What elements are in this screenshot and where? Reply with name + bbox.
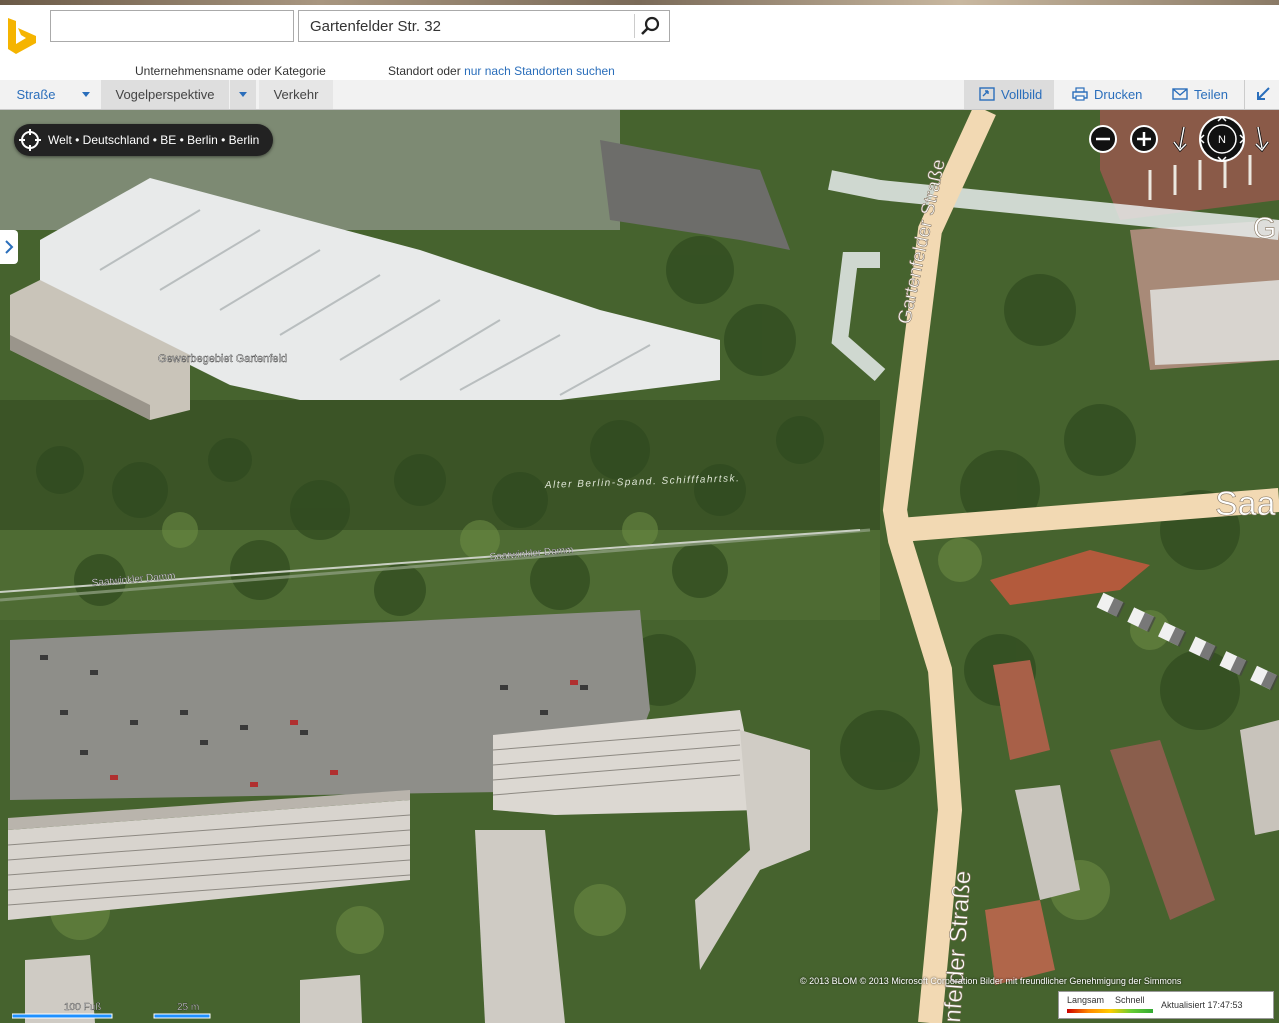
location-breadcrumb[interactable]: Welt • Deutschland • BE • Berlin • Berli… [14, 124, 274, 156]
print-icon [1072, 87, 1088, 101]
scale-feet-label: 100 Fuß [64, 1002, 101, 1013]
street-dropdown-chevron-icon[interactable] [73, 80, 99, 109]
fullscreen-button[interactable]: Vollbild [964, 80, 1054, 109]
tab-street[interactable]: Straße [0, 80, 72, 109]
rotate-left-arrow-icon[interactable] [1170, 124, 1194, 154]
chevron-right-icon [5, 240, 14, 254]
traffic-updated-time: Aktualisiert 17:47:53 [1161, 1000, 1243, 1010]
zoom-out-button[interactable] [1088, 124, 1118, 154]
traffic-slow-label: Langsam [1067, 995, 1105, 1005]
bing-logo[interactable] [6, 16, 40, 56]
collapse-button[interactable] [1244, 80, 1279, 109]
collapse-arrow-icon [1257, 87, 1270, 100]
business-search-label: Unternehmensname oder Kategorie [135, 64, 326, 78]
share-label: Teilen [1194, 87, 1228, 102]
label-gewerbegebiet: Gewerbegebiet Gartenfeld [158, 353, 287, 365]
header-banner-strip [0, 0, 1279, 5]
compass-north-label: N [1218, 134, 1226, 146]
birdseye-dropdown-chevron-icon[interactable] [230, 80, 256, 109]
location-search-input[interactable]: Gartenfelder Str. 32 [298, 10, 670, 42]
tab-traffic[interactable]: Verkehr [259, 80, 333, 109]
share-button[interactable]: Teilen [1162, 80, 1236, 109]
fullscreen-icon [979, 87, 995, 101]
scale-meters-label: 25 m [177, 1002, 199, 1013]
search-icon [641, 16, 660, 35]
location-search-label: Standort oder nur nach Standorten suchen [388, 64, 615, 78]
location-only-link[interactable]: nur nach Standorten suchen [464, 64, 615, 78]
print-button[interactable]: Drucken [1060, 80, 1156, 109]
fullscreen-label: Vollbild [1001, 87, 1043, 102]
locate-me-icon [19, 129, 41, 151]
expand-sidebar-button[interactable] [0, 230, 18, 264]
location-search-value: Gartenfelder Str. 32 [310, 18, 441, 35]
traffic-color-scale [1067, 1009, 1153, 1013]
map-canvas[interactable]: Gewerbegebiet Gartenfeld Alter Berlin-Sp… [0, 110, 1279, 1023]
scale-bar: 100 Fuß 25 m [12, 990, 212, 1022]
rotate-right-arrow-icon[interactable] [1250, 124, 1274, 154]
zoom-in-button[interactable] [1129, 124, 1159, 154]
map-toolbar: Straße Vogelperspektive Verkehr Vollbild… [0, 80, 1279, 110]
aerial-imagery: Gewerbegebiet Gartenfeld Alter Berlin-Sp… [0, 110, 1279, 1023]
compass-button[interactable]: N [1198, 115, 1246, 163]
print-label: Drucken [1094, 87, 1143, 102]
label-saa: Saa [1215, 485, 1276, 523]
copyright-text: © 2013 BLOM © 2013 Microsoft Corporation… [800, 976, 1182, 986]
traffic-legend: Langsam Schnell Aktualisiert 17:47:53 [1058, 991, 1274, 1019]
search-button[interactable] [634, 14, 665, 38]
label-g: G [1253, 212, 1276, 245]
business-search-input[interactable] [50, 10, 294, 42]
tab-birdseye[interactable]: Vogelperspektive [101, 80, 229, 109]
mail-icon [1172, 88, 1188, 100]
breadcrumb-text: Welt • Deutschland • BE • Berlin • Berli… [48, 133, 260, 147]
traffic-fast-label: Schnell [1115, 995, 1145, 1005]
